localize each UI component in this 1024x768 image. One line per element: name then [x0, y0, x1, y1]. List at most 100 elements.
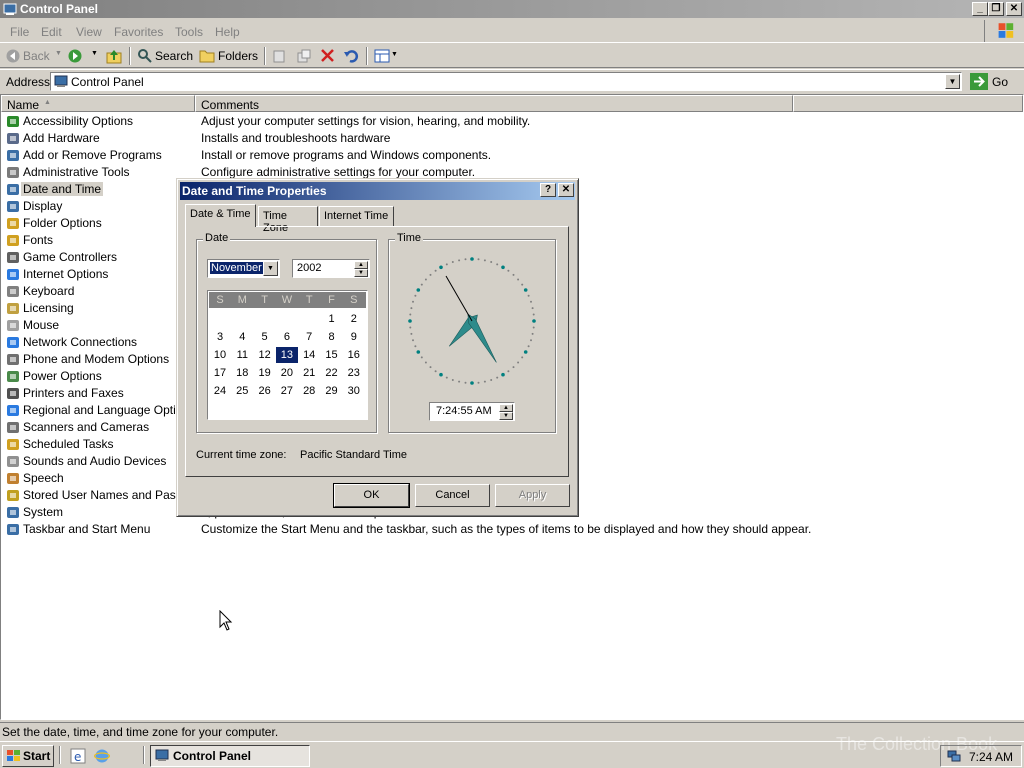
move-to-icon[interactable]: [272, 48, 288, 64]
minimize-button[interactable]: _: [972, 2, 988, 16]
calendar-day[interactable]: 18: [231, 365, 253, 381]
list-item-name: Stored User Names and Passwords: [23, 488, 195, 502]
calendar-day[interactable]: 5: [254, 329, 276, 345]
menu-help[interactable]: Help: [215, 25, 240, 39]
calendar-day[interactable]: 20: [276, 365, 298, 381]
calendar-weekday: W: [281, 294, 293, 306]
calendar-day[interactable]: 2: [343, 311, 365, 327]
calendar-day[interactable]: 24: [209, 383, 231, 399]
search-button[interactable]: Search: [155, 49, 193, 63]
copy-to-icon[interactable]: [296, 48, 312, 64]
calendar-day[interactable]: 9: [343, 329, 365, 345]
back-button[interactable]: Back: [23, 49, 50, 63]
column-header-name[interactable]: Name ▲: [1, 95, 195, 112]
calendar-day[interactable]: 13: [275, 347, 298, 363]
start-button[interactable]: Start: [2, 745, 54, 767]
calendar-day[interactable]: 12: [254, 347, 276, 363]
time-up-icon[interactable]: ▲: [499, 404, 513, 412]
taskbar-clock[interactable]: 7:24 AM: [969, 750, 1013, 764]
toolbar: Back ▼ ▼ Search Folders ▼: [0, 44, 1024, 68]
help-button[interactable]: ?: [540, 183, 556, 197]
delete-icon[interactable]: [320, 48, 335, 63]
internet-explorer-icon[interactable]: [94, 748, 110, 764]
calendar-weekday: T: [305, 294, 313, 306]
close-button[interactable]: ✕: [1006, 2, 1022, 16]
calendar-day[interactable]: 17: [209, 365, 231, 381]
year-stepper[interactable]: 2002 ▲ ▼: [292, 259, 370, 278]
month-select[interactable]: November ▼: [207, 259, 280, 278]
menu-view[interactable]: View: [76, 25, 102, 39]
calendar-day[interactable]: 26: [254, 383, 276, 399]
calendar-day[interactable]: 6: [276, 329, 298, 345]
restore-button[interactable]: ❐: [988, 2, 1004, 16]
tab-date-time[interactable]: Date & Time: [185, 204, 256, 227]
year-down-icon[interactable]: ▼: [354, 269, 368, 277]
menu-file[interactable]: File: [10, 25, 29, 39]
folders-button[interactable]: Folders: [218, 49, 258, 63]
quicklaunch-ie-icon[interactable]: e: [70, 748, 86, 764]
menu-tools[interactable]: Tools: [175, 25, 203, 39]
calendar-day[interactable]: 25: [231, 383, 253, 399]
calendar-day[interactable]: 22: [321, 365, 343, 381]
views-icon[interactable]: [374, 48, 390, 64]
clock-tick: [410, 332, 413, 335]
list-item[interactable]: Add or Remove Programs Install or remove …: [1, 147, 1021, 164]
taskbar-button-control-panel[interactable]: Control Panel: [150, 745, 310, 767]
calendar-day[interactable]: 30: [343, 383, 365, 399]
menu-favorites[interactable]: Favorites: [114, 25, 163, 39]
menu-edit[interactable]: Edit: [41, 25, 62, 39]
calendar-day[interactable]: 16: [343, 347, 365, 363]
calendar-day[interactable]: 1: [321, 311, 343, 327]
apply-button[interactable]: Apply: [495, 484, 570, 507]
undo-icon[interactable]: [343, 48, 359, 64]
list-item[interactable]: Accessibility Options Adjust your compute…: [1, 113, 1021, 130]
calendar-day[interactable]: 3: [209, 329, 231, 345]
ok-button[interactable]: OK: [333, 483, 410, 508]
clock-tick: [420, 283, 423, 286]
time-input[interactable]: 7:24:55 AM ▲ ▼: [429, 402, 515, 421]
address-dropdown-icon[interactable]: ▼: [945, 74, 960, 89]
calendar-day[interactable]: 4: [231, 329, 253, 345]
tab-time-zone[interactable]: Time Zone: [258, 206, 318, 234]
column-header-empty[interactable]: [793, 95, 1023, 112]
calendar-day[interactable]: 27: [276, 383, 298, 399]
network-tray-icon[interactable]: [947, 749, 961, 763]
calendar-day[interactable]: 23: [343, 365, 365, 381]
back-dropdown-icon[interactable]: ▼: [55, 50, 62, 57]
up-folder-icon[interactable]: [106, 48, 122, 64]
dialog-titlebar[interactable]: Date and Time Properties ? ✕: [180, 182, 575, 200]
folders-icon[interactable]: [199, 48, 215, 63]
tab-internet-time[interactable]: Internet Time: [319, 206, 394, 226]
search-icon[interactable]: [137, 48, 152, 63]
calendar-day[interactable]: 8: [321, 329, 343, 345]
cancel-button[interactable]: Cancel: [415, 484, 490, 507]
calendar-day[interactable]: 10: [209, 347, 231, 363]
calendar-day[interactable]: 11: [231, 347, 253, 363]
list-item[interactable]: Taskbar and Start Menu Customize the Star…: [1, 521, 1021, 538]
column-header-comments[interactable]: Comments: [195, 95, 793, 112]
window-titlebar[interactable]: Control Panel _ ❐ ✕: [0, 0, 1024, 18]
go-button[interactable]: Go: [968, 72, 1020, 92]
month-dropdown-icon[interactable]: ▼: [263, 261, 278, 276]
dialog-close-button[interactable]: ✕: [558, 183, 574, 197]
month-calendar[interactable]: SMTWTFS 1 2 3 4 5 6 7 8 9 10 11 12 13 14 15 16 17 18 19 20 2…: [207, 290, 368, 420]
calendar-day[interactable]: 15: [321, 347, 343, 363]
calendar-day[interactable]: 28: [298, 383, 320, 399]
calendar-day[interactable]: 29: [321, 383, 343, 399]
calendar-day[interactable]: 7: [298, 329, 320, 345]
calendar-day[interactable]: 21: [298, 365, 320, 381]
game-controller-icon: [7, 252, 19, 263]
back-arrow-icon[interactable]: [6, 49, 20, 63]
calendar-day[interactable]: 14: [298, 347, 320, 363]
forward-dropdown-icon[interactable]: ▼: [91, 50, 98, 57]
calendar-day[interactable]: 19: [254, 365, 276, 381]
scanner-icon: [7, 422, 19, 433]
address-input[interactable]: Control Panel ▼: [50, 72, 962, 91]
list-item-name: Add or Remove Programs: [23, 148, 162, 162]
forward-arrow-icon[interactable]: [68, 49, 82, 63]
time-down-icon[interactable]: ▼: [499, 412, 513, 420]
views-dropdown-icon[interactable]: ▼: [391, 51, 398, 58]
list-item[interactable]: Add Hardware Installs and troubleshoots h…: [1, 130, 1021, 147]
year-up-icon[interactable]: ▲: [354, 261, 368, 269]
list-item-comment: Installs and troubleshoots hardware: [201, 131, 391, 145]
